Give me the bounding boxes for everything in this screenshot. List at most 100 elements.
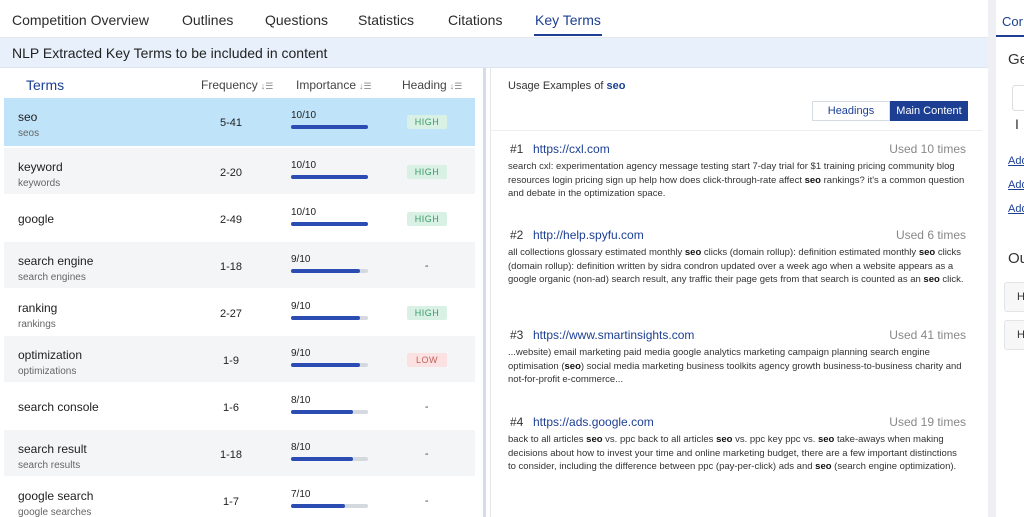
header-importance[interactable]: Importance ↓☰ [296,78,372,92]
table-row[interactable]: search engine search engines 1-18 9/10 - [4,242,475,288]
highlighted-term: seo [564,360,581,372]
importance-bar-fill [291,504,345,508]
importance-value: 8/10 [291,395,311,406]
term-variant: google searches [18,507,92,517]
header-frequency-label: Frequency [201,78,258,92]
frequency-value: 1-7 [223,496,239,508]
importance-value: 10/10 [291,207,317,218]
highlighted-term: seo [923,274,940,286]
importance-bar-fill [291,457,353,461]
sidebar-outline-item[interactable]: H [1004,320,1024,350]
highlighted-term: seo [804,174,821,186]
sidebar-outline-label: H [1017,329,1024,341]
example-url-link[interactable]: https://cxl.com [533,142,610,156]
header-importance-label: Importance [296,78,357,92]
heading-badge: HIGH [407,306,447,320]
highlighted-term: seo [716,434,733,445]
importance-value: 8/10 [291,442,311,453]
term-variant: search results [18,460,81,471]
example-number: #2 [510,228,524,242]
importance-bar-fill [291,175,368,179]
example-url-link[interactable]: https://ads.google.com [533,415,654,429]
importance-bar [291,363,368,367]
header-terms[interactable]: Terms [26,77,64,93]
term-name: seo [18,110,38,124]
sidebar-section-ge: Ge [1008,51,1024,68]
tab-statistics[interactable]: Statistics [358,12,414,28]
table-row[interactable]: ranking rankings 2-27 9/10 HIGH [4,289,475,335]
frequency-value: 2-49 [219,214,243,226]
sidebar-input[interactable] [1012,85,1024,111]
terms-table: Terms Frequency ↓☰ Importance ↓☰ Heading ↓☰… [0,68,484,517]
sort-icon: ↓☰ [359,81,372,91]
usage-title-prefix: Usage Examples of [508,80,604,92]
highlighted-term: seo [684,247,702,258]
table-row[interactable]: keyword keywords 2-20 10/10 HIGH [4,148,475,194]
usage-examples-panel: Usage Examples of seo Headings Main Cont… [490,68,982,517]
tab-citations[interactable]: Citations [448,12,502,28]
importance-bar-fill [291,125,368,129]
sidebar-add-link[interactable]: Add [1008,155,1024,167]
table-row[interactable]: search result search results 1-18 8/10 - [4,430,475,476]
example-url-link[interactable]: https://www.smartinsights.com [533,328,694,342]
table-row[interactable]: google search google searches 1-7 7/10 - [4,477,475,517]
header-heading[interactable]: Heading ↓☰ [402,78,462,92]
term-name: search result [18,442,87,456]
example-url-link[interactable]: http://help.spyfu.com [533,228,644,242]
headings-toggle[interactable]: Headings [812,101,890,121]
tab-key-terms[interactable]: Key Terms [535,12,601,28]
tab-competition-overview[interactable]: Competition Overview [12,12,149,28]
term-name: keyword [18,160,63,174]
example-text: back to all articles seo vs. ppc back to… [508,434,957,473]
term-name: google [18,212,55,226]
importance-bar [291,269,368,273]
example-number: #4 [510,415,524,429]
table-row[interactable]: search console 1-6 8/10 - [4,383,475,429]
table-row[interactable]: google 2-49 10/10 HIGH [4,195,475,241]
divider [491,130,982,131]
frequency-value: 1-6 [223,402,239,414]
header-frequency[interactable]: Frequency ↓☰ [201,78,273,92]
active-tab-indicator [534,34,602,36]
sidebar-add-link[interactable]: Add [1008,179,1024,191]
importance-bar-fill [291,363,361,367]
sidebar-add-link[interactable]: Add [1008,203,1024,215]
heading-badge: HIGH [407,212,447,226]
example-usage-count: Used 6 times [895,228,966,242]
tab-questions[interactable]: Questions [265,12,328,28]
table-row[interactable]: optimization optimizations 1-9 9/10 LOW [4,336,475,382]
importance-value: 10/10 [291,110,317,121]
sidebar-outline-item[interactable]: H [1004,282,1024,312]
key-terms-banner: NLP Extracted Key Terms to be included i… [0,38,988,68]
example-text: all collections glossary estimated month… [508,247,964,286]
example-text: ...website) email marketing paid media g… [508,347,962,386]
heading-badge: - [424,401,430,413]
usage-title: Usage Examples of seo [508,80,625,92]
frequency-value: 1-18 [219,449,243,461]
term-name: google search [18,489,94,503]
sidebar-section-ou: Ou [1008,250,1024,267]
heading-badge: LOW [407,353,447,367]
tab-bar: Competition Overview Outlines Questions … [0,0,988,38]
sidebar-text-i: I [1015,116,1019,132]
main-panel: Competition Overview Outlines Questions … [0,0,988,517]
main-content-toggle[interactable]: Main Content [890,101,968,121]
terms-scrollbar[interactable] [483,68,486,517]
importance-value: 9/10 [291,254,311,265]
importance-bar-fill [291,316,361,320]
heading-badge: - [424,448,430,460]
highlighted-term: seo [817,434,835,445]
term-variant: rankings [18,319,56,330]
importance-value: 9/10 [291,348,311,359]
term-name: optimization [18,348,83,362]
heading-badge: - [424,260,430,272]
tab-outlines[interactable]: Outlines [182,12,233,28]
frequency-value: 1-18 [219,261,243,273]
example-text: search cxl: experimentation agency messa… [508,161,965,200]
highlighted-term: seo [918,247,936,258]
table-row[interactable]: seo seos 5-41 10/10 HIGH [4,98,475,146]
term-name: search console [18,400,99,414]
term-name: ranking [18,301,58,315]
sidebar-tab[interactable]: Cor [1002,14,1023,29]
heading-badge: HIGH [407,165,447,179]
